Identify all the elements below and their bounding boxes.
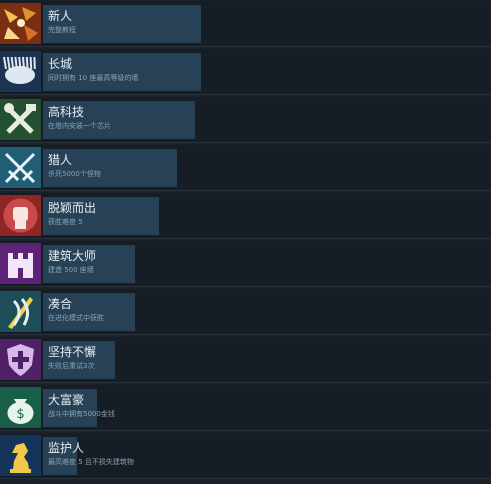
- achievement-row: 坚持不懈失败后重试3次: [0, 337, 491, 383]
- achievement-title: 坚持不懈: [48, 345, 97, 359]
- achievement-text: 脱颖而出获胜难度 5: [48, 200, 96, 227]
- achievement-description: 在塔内安装一个芯片: [48, 122, 111, 130]
- achievement-text: 凑合在进化模式中获胜: [48, 296, 104, 323]
- achievement-text: 建筑大师建造 500 座墙: [48, 248, 96, 275]
- achievement-description: 失败后重试3次: [48, 362, 95, 370]
- achievement-description: 建造 500 座墙: [48, 266, 94, 274]
- achievement-text: 坚持不懈失败后重试3次: [48, 344, 96, 371]
- achievement-row: 监护人最高难度 5 且不损失建筑物: [0, 433, 491, 479]
- achievement-title: 新人: [48, 9, 73, 23]
- achievement-description: 最高难度 5 且不损失建筑物: [48, 458, 134, 466]
- achievement-title: 高科技: [48, 105, 85, 119]
- achievement-row: 建筑大师建造 500 座墙: [0, 241, 491, 287]
- achievement-row: $ 大富豪战斗中拥有5000金钱: [0, 385, 491, 431]
- castle-icon: [0, 243, 41, 284]
- achievement-title: 监护人: [48, 441, 85, 455]
- achievement-text: 监护人最高难度 5 且不损失建筑物: [48, 440, 134, 467]
- achievement-description: 同时拥有 10 座最高等级的墙: [48, 74, 139, 82]
- achievement-text: 高科技在塔内安装一个芯片: [48, 104, 111, 131]
- achievement-title: 凑合: [48, 297, 73, 311]
- shield-cross-icon: [0, 339, 41, 380]
- achievement-row: 新人 完整教程: [0, 1, 491, 47]
- achievement-title: 猎人: [48, 153, 73, 167]
- achievement-title: 脱颖而出: [48, 201, 97, 215]
- achievement-row: 长城同时拥有 10 座最高等级的墙: [0, 49, 491, 95]
- new-survivor-icon: [0, 3, 41, 44]
- spiked-wall-icon: [0, 51, 41, 92]
- achievement-title: 长城: [48, 57, 73, 71]
- achievement-text: 长城同时拥有 10 座最高等级的墙: [48, 56, 138, 83]
- achievement-row: 脱颖而出获胜难度 5: [0, 193, 491, 239]
- sword-claw-icon: [0, 291, 41, 332]
- chess-knight-icon: [0, 435, 41, 476]
- achievement-description: 在进化模式中获胜: [48, 314, 104, 322]
- achievement-text: 大富豪战斗中拥有5000金钱: [48, 392, 115, 419]
- wrench-hammer-icon: [0, 99, 41, 140]
- achievement-description: 杀死5000个怪物: [48, 170, 101, 178]
- achievement-row: 猎人杀死5000个怪物: [0, 145, 491, 191]
- achievement-title: 建筑大师: [48, 249, 97, 263]
- achievement-description: 完整教程: [48, 26, 76, 34]
- achievements-list: 新人完整教程长城同时拥有 10 座最高等级的墙高科技在塔内安装一个芯片猎人杀死5…: [0, 0, 491, 484]
- achievement-row: 高科技在塔内安装一个芯片: [0, 97, 491, 143]
- achievement-row: 凑合在进化模式中获胜: [0, 289, 491, 335]
- achievement-title: 大富豪: [48, 393, 85, 407]
- svg-text:$: $: [16, 407, 24, 422]
- money-bag-icon: $: [0, 387, 41, 428]
- raised-fist-icon: [0, 195, 41, 236]
- achievement-description: 获胜难度 5: [48, 218, 83, 226]
- achievement-text: 新人 完整教程: [48, 8, 76, 35]
- achievement-description: 战斗中拥有5000金钱: [48, 410, 115, 418]
- achievement-text: 猎人杀死5000个怪物: [48, 152, 101, 179]
- crossed-swords-icon: [0, 147, 41, 188]
